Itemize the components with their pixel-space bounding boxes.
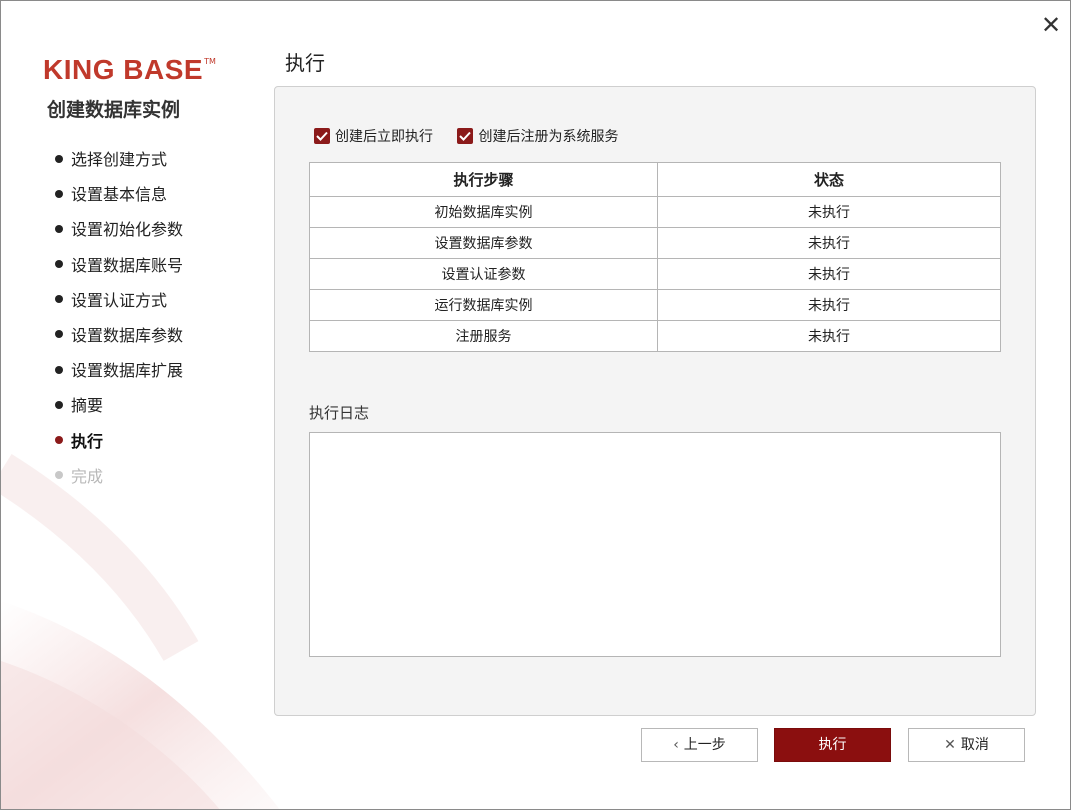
installer-window: ✕ KING BASETM 创建数据库实例 选择创建方式 设置基本信息 设置初始化参… (0, 0, 1071, 810)
checkbox-checked-icon (457, 128, 474, 144)
wizard-step-label: 执行 (71, 431, 104, 451)
step-bullet-icon (55, 295, 63, 304)
cancel-button[interactable]: ✕ 取消 (908, 728, 1025, 762)
table-header-row: 执行步骤 状态 (309, 162, 1001, 197)
step-name-cell: 注册服务 (309, 320, 658, 352)
step-bullet-icon (55, 436, 63, 444)
wizard-step-item: 设置数据库扩展 (55, 358, 183, 393)
wizard-step-label: 设置数据库账号 (71, 255, 184, 275)
wizard-step-item: 设置认证方式 (55, 288, 183, 323)
step-name-cell: 初始数据库实例 (309, 196, 658, 228)
wizard-step-item: 设置数据库账号 (55, 253, 183, 288)
execute-button-label: 执行 (818, 737, 847, 753)
checkbox-checked-icon (314, 128, 330, 144)
wizard-step-item: 摘要 (55, 393, 183, 428)
wizard-step-label: 设置数据库扩展 (71, 361, 184, 381)
wizard-step-item: 执行 (55, 429, 183, 464)
wizard-steps: 选择创建方式 设置基本信息 设置初始化参数 设置数据库账号 设置认证方式 设置数据库参数设… (55, 147, 183, 499)
column-header-status: 状态 (657, 162, 1001, 197)
table-row: 初始数据库实例 未执行 (309, 196, 1001, 228)
wizard-step-item: 设置数据库参数 (55, 323, 183, 358)
step-name-cell: 设置认证参数 (309, 258, 658, 290)
step-bullet-icon (55, 154, 63, 163)
checkbox-label: 创建后注册为系统服务 (478, 129, 619, 145)
table-row: 运行数据库实例 未执行 (309, 289, 1001, 321)
wizard-step-label: 设置数据库参数 (71, 325, 184, 345)
table-row: 设置认证参数 未执行 (309, 258, 1001, 290)
step-bullet-icon (55, 330, 63, 339)
step-bullet-icon (55, 400, 63, 409)
close-button[interactable]: ✕ (1039, 13, 1063, 37)
register-service-checkbox[interactable]: 创建后注册为系统服务 (457, 126, 618, 146)
page-title: 执行 (285, 51, 325, 75)
wizard-step-label: 选择创建方式 (71, 150, 168, 169)
run-after-create-checkbox[interactable]: 创建后立即执行 (314, 126, 433, 146)
log-label: 执行日志 (309, 404, 370, 422)
table-row: 设置数据库参数 未执行 (309, 227, 1001, 259)
step-status-cell: 未执行 (657, 320, 1001, 352)
chevron-left-icon: ‹ (673, 737, 679, 753)
previous-button[interactable]: ‹ 上一步 (641, 728, 758, 762)
wizard-title: 创建数据库实例 (47, 99, 181, 121)
wizard-step-item: 完成 (55, 464, 183, 499)
execution-log-area[interactable] (309, 432, 1001, 657)
previous-button-label: 上一步 (683, 737, 726, 753)
close-icon: ✕ (944, 737, 956, 753)
step-name-cell: 设置数据库参数 (309, 227, 658, 259)
step-bullet-icon (55, 365, 63, 374)
wizard-step-item: 选择创建方式 (55, 147, 183, 182)
option-checkboxes: 创建后立即执行 创建后注册为系统服务 (314, 126, 638, 146)
wizard-step-label: 摘要 (71, 396, 104, 416)
table-row: 注册服务 未执行 (309, 320, 1001, 352)
column-header-step: 执行步骤 (309, 162, 658, 197)
step-bullet-icon (55, 224, 63, 233)
step-status-cell: 未执行 (657, 196, 1001, 228)
step-name-cell: 运行数据库实例 (309, 289, 658, 321)
step-bullet-icon (55, 471, 63, 480)
execution-steps-table: 执行步骤 状态 初始数据库实例 未执行 设置数据库参数 未执行 设置认证参数 未执行 运行数… (309, 162, 1001, 352)
step-bullet-icon (55, 260, 63, 269)
step-status-cell: 未执行 (657, 258, 1001, 290)
wizard-step-label: 完成 (71, 466, 104, 486)
checkbox-label: 创建后立即执行 (335, 129, 433, 145)
execute-button[interactable]: 执行 (774, 728, 891, 762)
logo-text: KING BASE (43, 54, 204, 85)
step-status-cell: 未执行 (657, 289, 1001, 321)
wizard-step-label: 设置初始化参数 (71, 220, 184, 240)
step-bullet-icon (55, 189, 63, 198)
step-status-cell: 未执行 (657, 227, 1001, 259)
wizard-step-item: 设置初始化参数 (55, 217, 183, 252)
wizard-step-label: 设置基本信息 (71, 185, 168, 205)
wizard-step-item: 设置基本信息 (55, 182, 183, 217)
logo-trademark: TM (204, 57, 216, 66)
kingbase-logo: KING BASETM (43, 55, 233, 85)
close-icon: ✕ (1040, 11, 1062, 39)
cancel-button-label: 取消 (960, 737, 989, 753)
wizard-step-label: 设置认证方式 (71, 290, 168, 310)
